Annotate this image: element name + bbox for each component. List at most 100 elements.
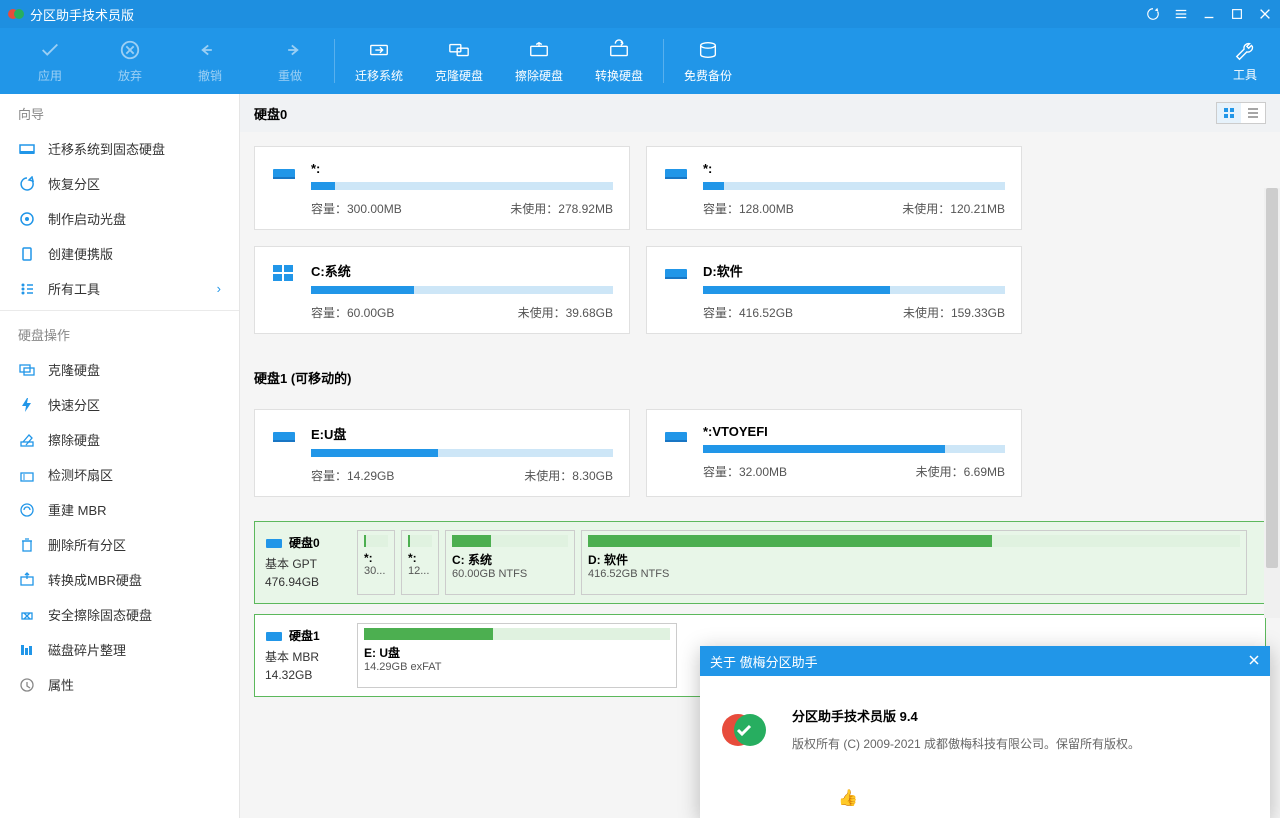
wizard-item[interactable]: 创建便携版 <box>0 236 239 271</box>
capacity-label: 容量：14.29GB <box>311 467 394 484</box>
ops-label: 重建 MBR <box>48 500 107 519</box>
disk-bar-partition[interactable]: D: 软件 416.52GB NTFS <box>581 530 1247 595</box>
usage-bar <box>311 182 613 190</box>
ops-item[interactable]: 克隆硬盘 <box>0 352 239 387</box>
thumbs-up-icon[interactable]: 👍 <box>838 788 858 808</box>
ops-item[interactable]: 磁盘碎片整理 <box>0 632 239 667</box>
partition-name: *:VTOYEFI <box>703 424 1005 439</box>
partition-name: D:软件 <box>703 261 1005 280</box>
partition-name: E:U盘 <box>311 424 613 443</box>
convert-disk-button[interactable]: 转换硬盘 <box>579 31 659 91</box>
disk-bar-info: 硬盘1 基本 MBR14.32GB <box>263 623 351 688</box>
ops-label: 克隆硬盘 <box>48 360 100 379</box>
ops-icon <box>18 607 36 623</box>
tools-button[interactable]: 工具 <box>1220 31 1270 91</box>
version-text: 分区助手技术员版 9.4 <box>792 706 1140 725</box>
sidebar: 向导 迁移系统到固态硬盘 恢复分区 制作启动光盘 创建便携版 所有工具 › 硬盘操… <box>0 94 240 818</box>
usage-bar <box>703 445 1005 453</box>
free-label: 未使用：278.92MB <box>510 200 613 217</box>
close-icon[interactable] <box>1258 7 1272 21</box>
ops-item[interactable]: 擦除硬盘 <box>0 422 239 457</box>
partition-card[interactable]: *:VTOYEFI 容量：32.00MB 未使用：6.69MB <box>646 409 1022 497</box>
wizard-label: 所有工具 <box>48 279 100 298</box>
usage-bar <box>311 286 613 294</box>
disk-bar[interactable]: 硬盘0 基本 GPT476.94GB *: 30... *: 12... C: … <box>254 521 1266 604</box>
app-logo-icon <box>8 6 24 22</box>
partition-card[interactable]: C:系统 容量：60.00GB 未使用：39.68GB <box>254 246 630 334</box>
disk-icon <box>271 263 297 283</box>
wizard-item[interactable]: 迁移系统到固态硬盘 <box>0 131 239 166</box>
ops-item[interactable]: 重建 MBR <box>0 492 239 527</box>
view-toggle[interactable] <box>1216 102 1266 124</box>
partition-card[interactable]: *: 容量：128.00MB 未使用：120.21MB <box>646 146 1022 230</box>
wizard-item[interactable]: 恢复分区 <box>0 166 239 201</box>
ops-label: 快速分区 <box>48 395 100 414</box>
refresh-icon[interactable] <box>1146 7 1160 21</box>
partition-name: *: <box>311 161 613 176</box>
ops-label: 属性 <box>48 675 74 694</box>
clone-disk-button[interactable]: 克隆硬盘 <box>419 31 499 91</box>
minimize-icon[interactable] <box>1202 7 1216 21</box>
partition-card[interactable]: D:软件 容量：416.52GB 未使用：159.33GB <box>646 246 1022 334</box>
migrate-os-button[interactable]: 迁移系统 <box>339 31 419 91</box>
wizard-item[interactable]: 制作启动光盘 <box>0 201 239 236</box>
apply-button[interactable]: 应用 <box>10 31 90 91</box>
ops-label: 转换成MBR硬盘 <box>48 570 142 589</box>
backup-button[interactable]: 免费备份 <box>668 31 748 91</box>
wipe-disk-button[interactable]: 擦除硬盘 <box>499 31 579 91</box>
usage-bar <box>311 449 613 457</box>
ops-icon <box>18 397 36 413</box>
disk-ops-section-title: 硬盘操作 <box>0 315 239 352</box>
wizard-icon <box>18 281 36 297</box>
wizard-item[interactable]: 所有工具 › <box>0 271 239 306</box>
ops-item[interactable]: 快速分区 <box>0 387 239 422</box>
ops-label: 删除所有分区 <box>48 535 126 554</box>
capacity-label: 容量：60.00GB <box>311 304 394 321</box>
wizard-icon <box>18 246 36 262</box>
partition-card[interactable]: *: 容量：300.00MB 未使用：278.92MB <box>254 146 630 230</box>
toolbar: 应用 放弃 撤销 重做 迁移系统 克隆硬盘 擦除硬盘 转换硬盘 免费备份 工具 <box>0 28 1280 94</box>
about-dialog: 关于 傲梅分区助手 分区助手技术员版 9.4 版权所有 (C) 2009-202… <box>700 646 1270 818</box>
maximize-icon[interactable] <box>1230 7 1244 21</box>
undo-button[interactable]: 撤销 <box>170 31 250 91</box>
free-label: 未使用：159.33GB <box>903 304 1005 321</box>
partition-card[interactable]: E:U盘 容量：14.29GB 未使用：8.30GB <box>254 409 630 497</box>
ops-item[interactable]: 检测坏扇区 <box>0 457 239 492</box>
disk-icon <box>271 426 297 446</box>
capacity-label: 容量：32.00MB <box>703 463 787 480</box>
free-label: 未使用：39.68GB <box>518 304 613 321</box>
ops-icon <box>18 537 36 553</box>
window-title: 分区助手技术员版 <box>30 5 1146 24</box>
grid-view-icon[interactable] <box>1217 103 1241 123</box>
free-label: 未使用：8.30GB <box>524 467 613 484</box>
ops-icon <box>18 572 36 588</box>
disk-bar-partition[interactable]: *: 30... <box>357 530 395 595</box>
disk-icon <box>271 163 297 183</box>
ops-icon <box>18 502 36 518</box>
ops-icon <box>18 677 36 693</box>
disk-bar-partition[interactable]: *: 12... <box>401 530 439 595</box>
disk-bar-partition[interactable]: C: 系统 60.00GB NTFS <box>445 530 575 595</box>
ops-item[interactable]: 转换成MBR硬盘 <box>0 562 239 597</box>
list-view-icon[interactable] <box>1241 103 1265 123</box>
capacity-label: 容量：416.52GB <box>703 304 793 321</box>
wizard-section-title: 向导 <box>0 94 239 131</box>
ops-label: 安全擦除固态硬盘 <box>48 605 152 624</box>
dialog-titlebar: 关于 傲梅分区助手 <box>700 646 1270 676</box>
scrollbar[interactable] <box>1264 188 1280 618</box>
menu-icon[interactable] <box>1174 7 1188 21</box>
ops-icon <box>18 362 36 378</box>
disk-bar-partition[interactable]: E: U盘 14.29GB exFAT <box>357 623 677 688</box>
partition-name: C:系统 <box>311 261 613 280</box>
free-label: 未使用：6.69MB <box>916 463 1005 480</box>
ops-item[interactable]: 属性 <box>0 667 239 702</box>
disk-bar-info: 硬盘0 基本 GPT476.94GB <box>263 530 351 595</box>
dialog-close-icon[interactable] <box>1248 654 1260 669</box>
ops-item[interactable]: 安全擦除固态硬盘 <box>0 597 239 632</box>
redo-button[interactable]: 重做 <box>250 31 330 91</box>
ops-item[interactable]: 删除所有分区 <box>0 527 239 562</box>
chevron-right-icon: › <box>217 281 221 296</box>
titlebar: 分区助手技术员版 <box>0 0 1280 28</box>
wizard-icon <box>18 176 36 192</box>
discard-button[interactable]: 放弃 <box>90 31 170 91</box>
